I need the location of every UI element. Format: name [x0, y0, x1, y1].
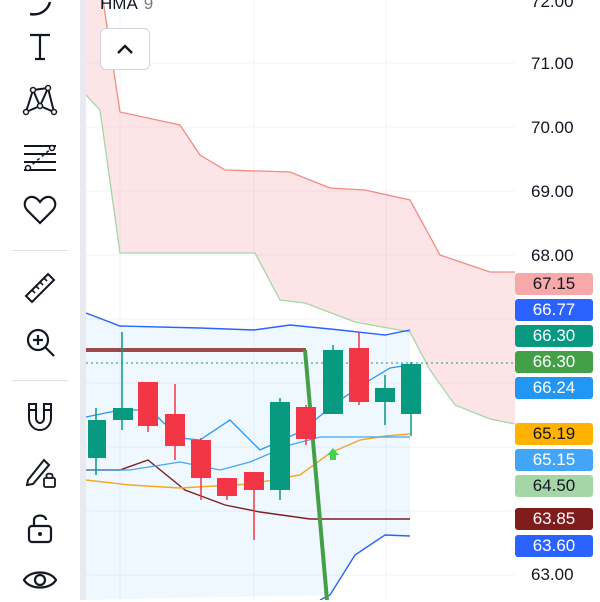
unlock-icon [27, 514, 53, 544]
xabcd-pattern-icon [22, 84, 58, 116]
price-tag: 66.24 [515, 377, 593, 399]
collapse-legend-button[interactable] [100, 28, 150, 70]
price-axis-label: 63.00 [531, 565, 574, 584]
candle [323, 345, 343, 414]
price-tag: 66.30 [515, 325, 593, 347]
zoom-tool[interactable] [18, 320, 62, 364]
price-tag: 66.30 [515, 351, 593, 373]
price-tag: 66.77 [515, 299, 593, 321]
zoom-in-icon [26, 328, 55, 357]
price-tag: 65.15 [515, 449, 593, 471]
price-tag: 65.19 [515, 423, 593, 445]
top-partial-tool[interactable] [18, 0, 62, 26]
favorites-tool[interactable] [18, 188, 62, 232]
indicator-legend[interactable]: HMA 9 [100, 0, 153, 14]
text-icon [30, 33, 50, 61]
eye-icon [22, 571, 58, 589]
price-axis-label: 70.00 [531, 118, 574, 137]
lock-all-tool[interactable] [18, 506, 62, 550]
fib-tool[interactable] [18, 134, 62, 178]
toolbar-separator [12, 250, 68, 251]
measure-tool[interactable] [18, 266, 62, 310]
price-axis-label: 68.00 [531, 246, 574, 265]
price-axis-label: 69.00 [531, 182, 574, 201]
toolbar-separator [12, 380, 68, 381]
pencil-lock-icon [25, 458, 56, 488]
hide-tool[interactable] [18, 558, 62, 602]
text-tool[interactable] [18, 24, 62, 68]
indicator-name: HMA [100, 0, 138, 13]
lock-drawing-tool[interactable] [18, 450, 62, 494]
price-tag: 63.60 [515, 535, 593, 557]
candle [270, 398, 290, 500]
price-tag: 67.15 [515, 273, 593, 295]
drawing-toolbar [0, 0, 80, 600]
chevron-up-icon [117, 44, 133, 54]
ruler-icon [24, 272, 56, 304]
price-tag: 63.85 [515, 508, 593, 530]
magnet-icon [28, 403, 52, 432]
brush-icon [29, 1, 52, 16]
candle [296, 405, 316, 445]
magnet-tool[interactable] [18, 396, 62, 440]
heart-icon [23, 195, 57, 225]
fib-retracement-icon [24, 144, 56, 172]
indicator-value: 9 [143, 0, 154, 13]
pattern-tool[interactable] [18, 78, 62, 122]
price-tag: 64.50 [515, 475, 593, 497]
price-axis-label: 71.00 [531, 54, 574, 73]
price-axis-label: 72.00 [531, 0, 574, 11]
candle [138, 382, 158, 432]
